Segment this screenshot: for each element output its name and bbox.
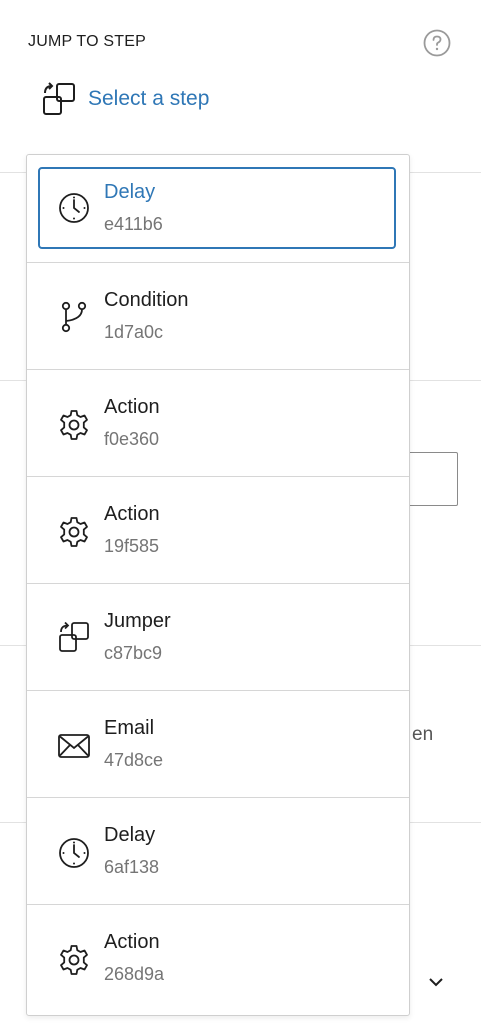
step-option-name: Action <box>104 503 160 525</box>
gear-icon <box>57 943 91 977</box>
step-option-name: Condition <box>104 289 189 311</box>
step-option-id: e411b6 <box>104 214 163 234</box>
envelope-icon <box>57 729 91 763</box>
step-dropdown: Delay e411b6 Condition 1d7a0c Action f0e… <box>26 154 410 1016</box>
selected-option-outline <box>38 167 396 249</box>
select-step-button[interactable]: Select a step <box>40 80 209 118</box>
step-option-id: 47d8ce <box>104 750 164 770</box>
step-option-name: Delay <box>104 181 156 203</box>
clock-icon <box>57 191 91 225</box>
clock-icon <box>57 836 91 870</box>
step-option-id: c87bc9 <box>104 643 163 663</box>
step-option-id: f0e360 <box>104 429 160 449</box>
jumper-icon <box>40 80 78 118</box>
step-option-name: Jumper <box>104 610 171 632</box>
background-input-field[interactable] <box>405 452 458 506</box>
step-option-name: Email <box>104 717 155 739</box>
step-option-id: 6af138 <box>104 857 160 877</box>
step-option[interactable]: Email 47d8ce <box>27 690 409 797</box>
step-option[interactable]: Delay 6af138 <box>27 797 409 904</box>
help-circle-icon[interactable] <box>422 28 452 58</box>
step-option[interactable]: Action f0e360 <box>27 369 409 476</box>
step-option[interactable]: Condition 1d7a0c <box>27 262 409 369</box>
jumper-icon <box>57 620 91 654</box>
panel-title: JUMP TO STEP <box>28 33 146 50</box>
step-option[interactable]: Jumper c87bc9 <box>27 583 409 690</box>
step-option-name: Action <box>104 931 160 953</box>
background-partial-text: en <box>412 724 434 745</box>
select-step-label: Select a step <box>88 87 210 110</box>
gear-icon <box>57 408 91 442</box>
step-option[interactable]: Action 268d9a <box>27 904 409 1011</box>
step-option-id: 19f585 <box>104 536 160 556</box>
gear-icon <box>57 515 91 549</box>
step-option[interactable]: Action 19f585 <box>27 476 409 583</box>
step-option-name: Action <box>104 396 160 418</box>
step-option-id: 1d7a0c <box>104 322 164 342</box>
branch-icon <box>57 300 91 334</box>
chevron-down-icon[interactable] <box>426 972 446 992</box>
step-option-id: 268d9a <box>104 964 165 984</box>
step-option[interactable]: Delay e411b6 <box>27 155 409 262</box>
step-option-name: Delay <box>104 824 156 846</box>
